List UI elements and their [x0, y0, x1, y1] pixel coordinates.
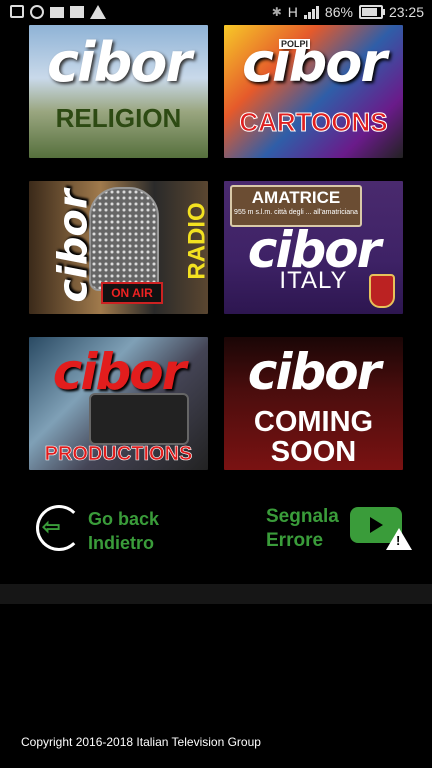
- report-error-label[interactable]: Segnala Errore: [266, 505, 339, 553]
- cibor-logo: cibor: [47, 31, 192, 94]
- mail-icon: [50, 7, 64, 18]
- label-line-2: SOON: [270, 436, 357, 468]
- system-status: ✱ H 86% 23:25: [272, 4, 424, 20]
- microphone-icon: [89, 187, 159, 291]
- polpi-badge: POLPI: [279, 39, 311, 49]
- status-bar: ✱ H 86% 23:25: [0, 0, 432, 26]
- back-label[interactable]: Go back Indietro: [88, 507, 159, 555]
- arrow-left-icon: ⇦: [42, 514, 61, 539]
- tile-coming-soon[interactable]: cibor COMING SOON: [224, 337, 403, 470]
- whatsapp-icon: [30, 5, 44, 19]
- play-icon: [370, 517, 383, 533]
- battery-icon: [358, 5, 385, 19]
- signal-icon: [303, 5, 319, 19]
- back-label-line-2: Indietro: [88, 533, 154, 553]
- clock: 23:25: [388, 4, 424, 20]
- cibor-logo: cibor: [242, 31, 387, 94]
- sign-subtitle: 955 m s.l.m. città degli ... all'amatric…: [234, 209, 358, 216]
- crest-icon: [369, 274, 395, 308]
- cibor-logo: cibor: [50, 189, 97, 303]
- image-icon: [70, 6, 84, 18]
- tile-label: RADIO: [183, 202, 208, 280]
- warning-icon: [90, 5, 106, 19]
- tile-italy[interactable]: AMATRICE 955 m s.l.m. città degli ... al…: [224, 181, 403, 314]
- message-icon: [10, 5, 24, 18]
- tile-label: RELIGION: [55, 103, 182, 133]
- report-label-line-1: Segnala: [266, 506, 339, 527]
- warning-icon: !: [386, 528, 412, 550]
- divider: [0, 584, 432, 604]
- battery-percent: 86%: [324, 4, 353, 20]
- label-line-1: COMING: [253, 406, 374, 438]
- report-label-line-2: Errore: [266, 530, 324, 551]
- network-type: H: [287, 4, 298, 20]
- back-label-line-1: Go back: [88, 509, 160, 529]
- tile-religion[interactable]: cibor RELIGION: [29, 25, 208, 158]
- sign-title: AMATRICE: [251, 188, 341, 207]
- back-button[interactable]: ⇦: [36, 505, 82, 551]
- tile-label: COMING SOON: [224, 407, 403, 467]
- bluetooth-icon: ✱: [271, 5, 282, 19]
- on-air-sign: ON AIR: [101, 282, 163, 304]
- copyright-text: Copyright 2016-2018 Italian Television G…: [21, 735, 261, 749]
- tile-label: CARTOONS: [239, 107, 388, 138]
- tile-label: PRODUCTIONS: [44, 443, 193, 466]
- tile-productions[interactable]: cibor PRODUCTIONS: [29, 337, 208, 470]
- tile-radio[interactable]: ON AIR cibor RADIO: [29, 181, 208, 314]
- tile-cartoons[interactable]: cibor POLPI CARTOONS: [224, 25, 403, 158]
- cibor-logo: cibor: [247, 343, 382, 401]
- notification-icons: [10, 5, 106, 19]
- camera-icon: [89, 393, 189, 445]
- battery-fill: [361, 8, 378, 16]
